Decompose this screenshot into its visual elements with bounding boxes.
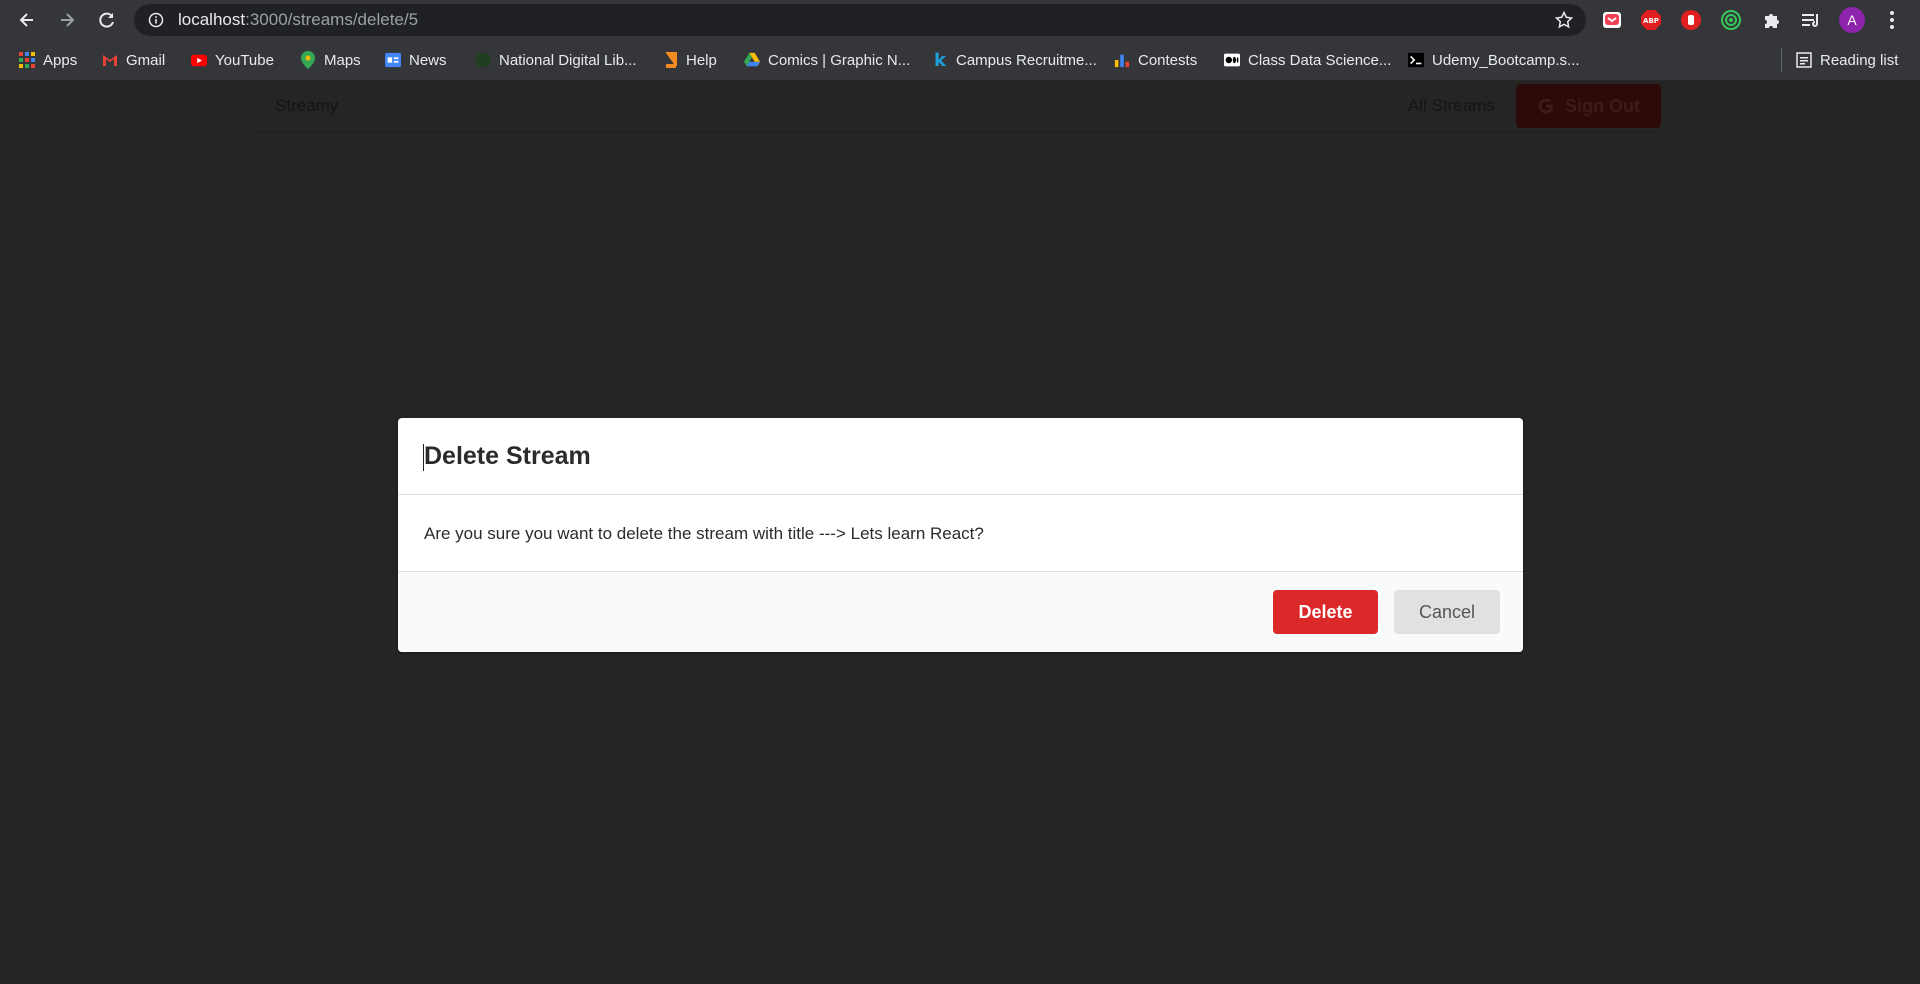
bookmark-label: Campus Recruitme... — [956, 51, 1097, 69]
google-icon — [1538, 98, 1553, 114]
hand-icon[interactable] — [1680, 9, 1702, 31]
bookmark-youtube[interactable]: YouTube — [191, 50, 274, 70]
bookmark-contests[interactable]: Contests — [1114, 50, 1197, 70]
modal-actions: Delete Cancel — [398, 572, 1523, 652]
bookmark-label: Apps — [43, 51, 78, 69]
bookmark-apps[interactable]: Apps — [19, 50, 77, 70]
bookmark-comics[interactable]: Comics | Graphic N... — [744, 50, 910, 70]
url-path: :3000/streams/delete/5 — [245, 10, 419, 29]
apps-grid-icon — [19, 52, 35, 68]
medium-icon — [1224, 52, 1240, 68]
reload-button[interactable] — [93, 6, 121, 34]
gmail-icon — [102, 52, 118, 68]
bookmark-udemy-bootcamp[interactable]: Udemy_Bootcamp.s... — [1408, 50, 1580, 70]
bookmark-maps[interactable]: Maps — [300, 50, 361, 70]
forward-button[interactable] — [53, 6, 81, 34]
modal-message: Are you sure you want to delete the stre… — [424, 524, 984, 543]
bookmark-label: YouTube — [215, 51, 274, 69]
app-header: Streamy All Streams Sign Out — [255, 80, 1661, 132]
terminal-icon — [1408, 52, 1424, 68]
bookmark-campus-recruitment[interactable]: k Campus Recruitme... — [932, 49, 1097, 71]
arrow-right-icon — [61, 13, 75, 27]
bookmark-class-data-science[interactable]: Class Data Science... — [1224, 50, 1391, 70]
arrow-left-icon — [19, 13, 33, 27]
bookmark-news[interactable]: News — [385, 50, 447, 70]
bar-chart-icon — [1114, 52, 1130, 68]
bookmark-label: National Digital Lib... — [499, 51, 637, 69]
delete-stream-modal: Delete Stream Are you sure you want to d… — [398, 418, 1523, 652]
bookmark-label: Contests — [1138, 51, 1198, 69]
address-bar[interactable]: localhost:3000/streams/delete/5 — [134, 4, 1586, 36]
bookmark-label: Help — [686, 51, 717, 69]
bookmark-star-icon[interactable] — [1554, 10, 1574, 30]
delete-button[interactable]: Delete — [1273, 590, 1378, 634]
news-icon — [385, 52, 401, 68]
brand-link[interactable]: Streamy — [275, 80, 338, 132]
sign-out-label: Sign Out — [1565, 95, 1640, 116]
more-menu-icon[interactable] — [1885, 10, 1899, 30]
book-icon — [662, 52, 678, 68]
browser-toolbar: localhost:3000/streams/delete/5 ABP A — [0, 0, 1920, 40]
bookmarks-divider — [1781, 48, 1782, 72]
reading-list-icon — [1796, 52, 1812, 68]
bookmark-help[interactable]: Help — [662, 50, 717, 70]
profile-avatar[interactable]: A — [1839, 7, 1865, 33]
all-streams-link[interactable]: All Streams — [1408, 80, 1495, 132]
bookmark-label: Comics | Graphic N... — [768, 51, 911, 69]
bookmark-label: Class Data Science... — [1248, 51, 1392, 69]
back-button[interactable] — [13, 6, 41, 34]
youtube-icon — [191, 52, 207, 68]
bookmarks-bar: Apps Gmail YouTube Maps News National Di… — [0, 40, 1920, 80]
reading-list-button[interactable]: Reading list — [1796, 50, 1898, 70]
drive-icon — [744, 52, 760, 68]
page-dimmer[interactable]: Streamy All Streams Sign Out Delete Stre… — [0, 80, 1920, 984]
pocket-icon[interactable] — [1601, 9, 1623, 31]
maps-icon — [300, 51, 316, 69]
globe-icon — [475, 52, 491, 68]
bookmark-label: Maps — [324, 51, 361, 69]
circle-target-icon[interactable] — [1720, 9, 1742, 31]
reload-icon — [99, 12, 114, 28]
bookmark-label: Gmail — [126, 51, 166, 69]
cancel-button[interactable]: Cancel — [1394, 590, 1500, 634]
modal-content: Are you sure you want to delete the stre… — [398, 495, 1523, 572]
k-icon: k — [934, 49, 946, 71]
info-icon[interactable] — [148, 12, 164, 28]
svg-text:ABP: ABP — [1643, 17, 1659, 25]
modal-header: Delete Stream — [398, 418, 1523, 495]
reading-queue-icon[interactable] — [1800, 9, 1822, 31]
adblock-icon[interactable]: ABP — [1640, 9, 1662, 31]
url-text[interactable]: localhost:3000/streams/delete/5 — [178, 4, 418, 36]
reading-list-label: Reading list — [1820, 51, 1899, 69]
modal-title: Delete Stream — [424, 442, 591, 470]
puzzle-icon[interactable] — [1761, 9, 1783, 31]
bookmark-gmail[interactable]: Gmail — [102, 50, 165, 70]
bookmark-label: Udemy_Bootcamp.s... — [1432, 51, 1580, 69]
bookmark-national-digital-lib[interactable]: National Digital Lib... — [475, 50, 637, 70]
url-host: localhost — [178, 10, 246, 29]
bookmark-label: News — [409, 51, 447, 69]
sign-out-button[interactable]: Sign Out — [1516, 84, 1661, 128]
